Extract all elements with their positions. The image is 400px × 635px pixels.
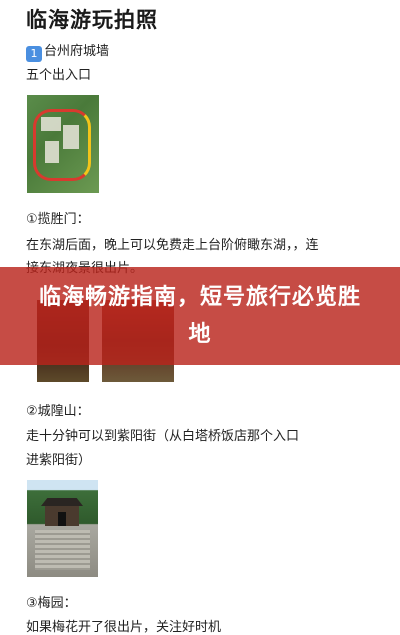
- item-1-heading: 1 台州府城墙: [26, 40, 109, 62]
- page-title: 临海游玩拍照: [26, 8, 158, 32]
- article-page: 临海游玩拍照 1 台州府城墙 五个出入口 ①揽胜门： 在东湖后面，晚上可以免费走上…: [0, 0, 400, 635]
- item-3-heading: ②城隍山：: [26, 404, 90, 419]
- title-banner-overlay: 临海畅游指南，短号旅行必览胜地: [0, 267, 400, 365]
- item-1-heading-text: 台州府城墙: [44, 44, 110, 59]
- chenghuang-mountain-gate-photo[interactable]: [27, 480, 98, 577]
- gate-roof: [41, 498, 83, 506]
- item-2-text-1: 在东湖后面，晚上可以免费走上台阶俯瞰东湖，，连: [26, 238, 319, 253]
- item-4-text-1: 如果梅花开了很出片，关注好时机: [26, 620, 222, 635]
- item-2-heading: ①揽胜门：: [26, 212, 90, 227]
- gate-door: [58, 512, 66, 526]
- map-route-line: [33, 109, 91, 181]
- item-1-text: 五个出入口: [26, 68, 92, 83]
- item-3-text-2: 进紫阳街）: [26, 453, 92, 468]
- banner-text: 临海畅游指南，短号旅行必览胜地: [38, 285, 361, 347]
- gate-steps: [35, 530, 90, 570]
- city-wall-map-image[interactable]: [27, 95, 99, 193]
- item-3-text-1: 走十分钟可以到紫阳街（从白塔桥饭店那个入口: [26, 429, 300, 444]
- item-4-heading: ③梅园：: [26, 596, 77, 611]
- keycap-1-icon: 1: [26, 46, 42, 62]
